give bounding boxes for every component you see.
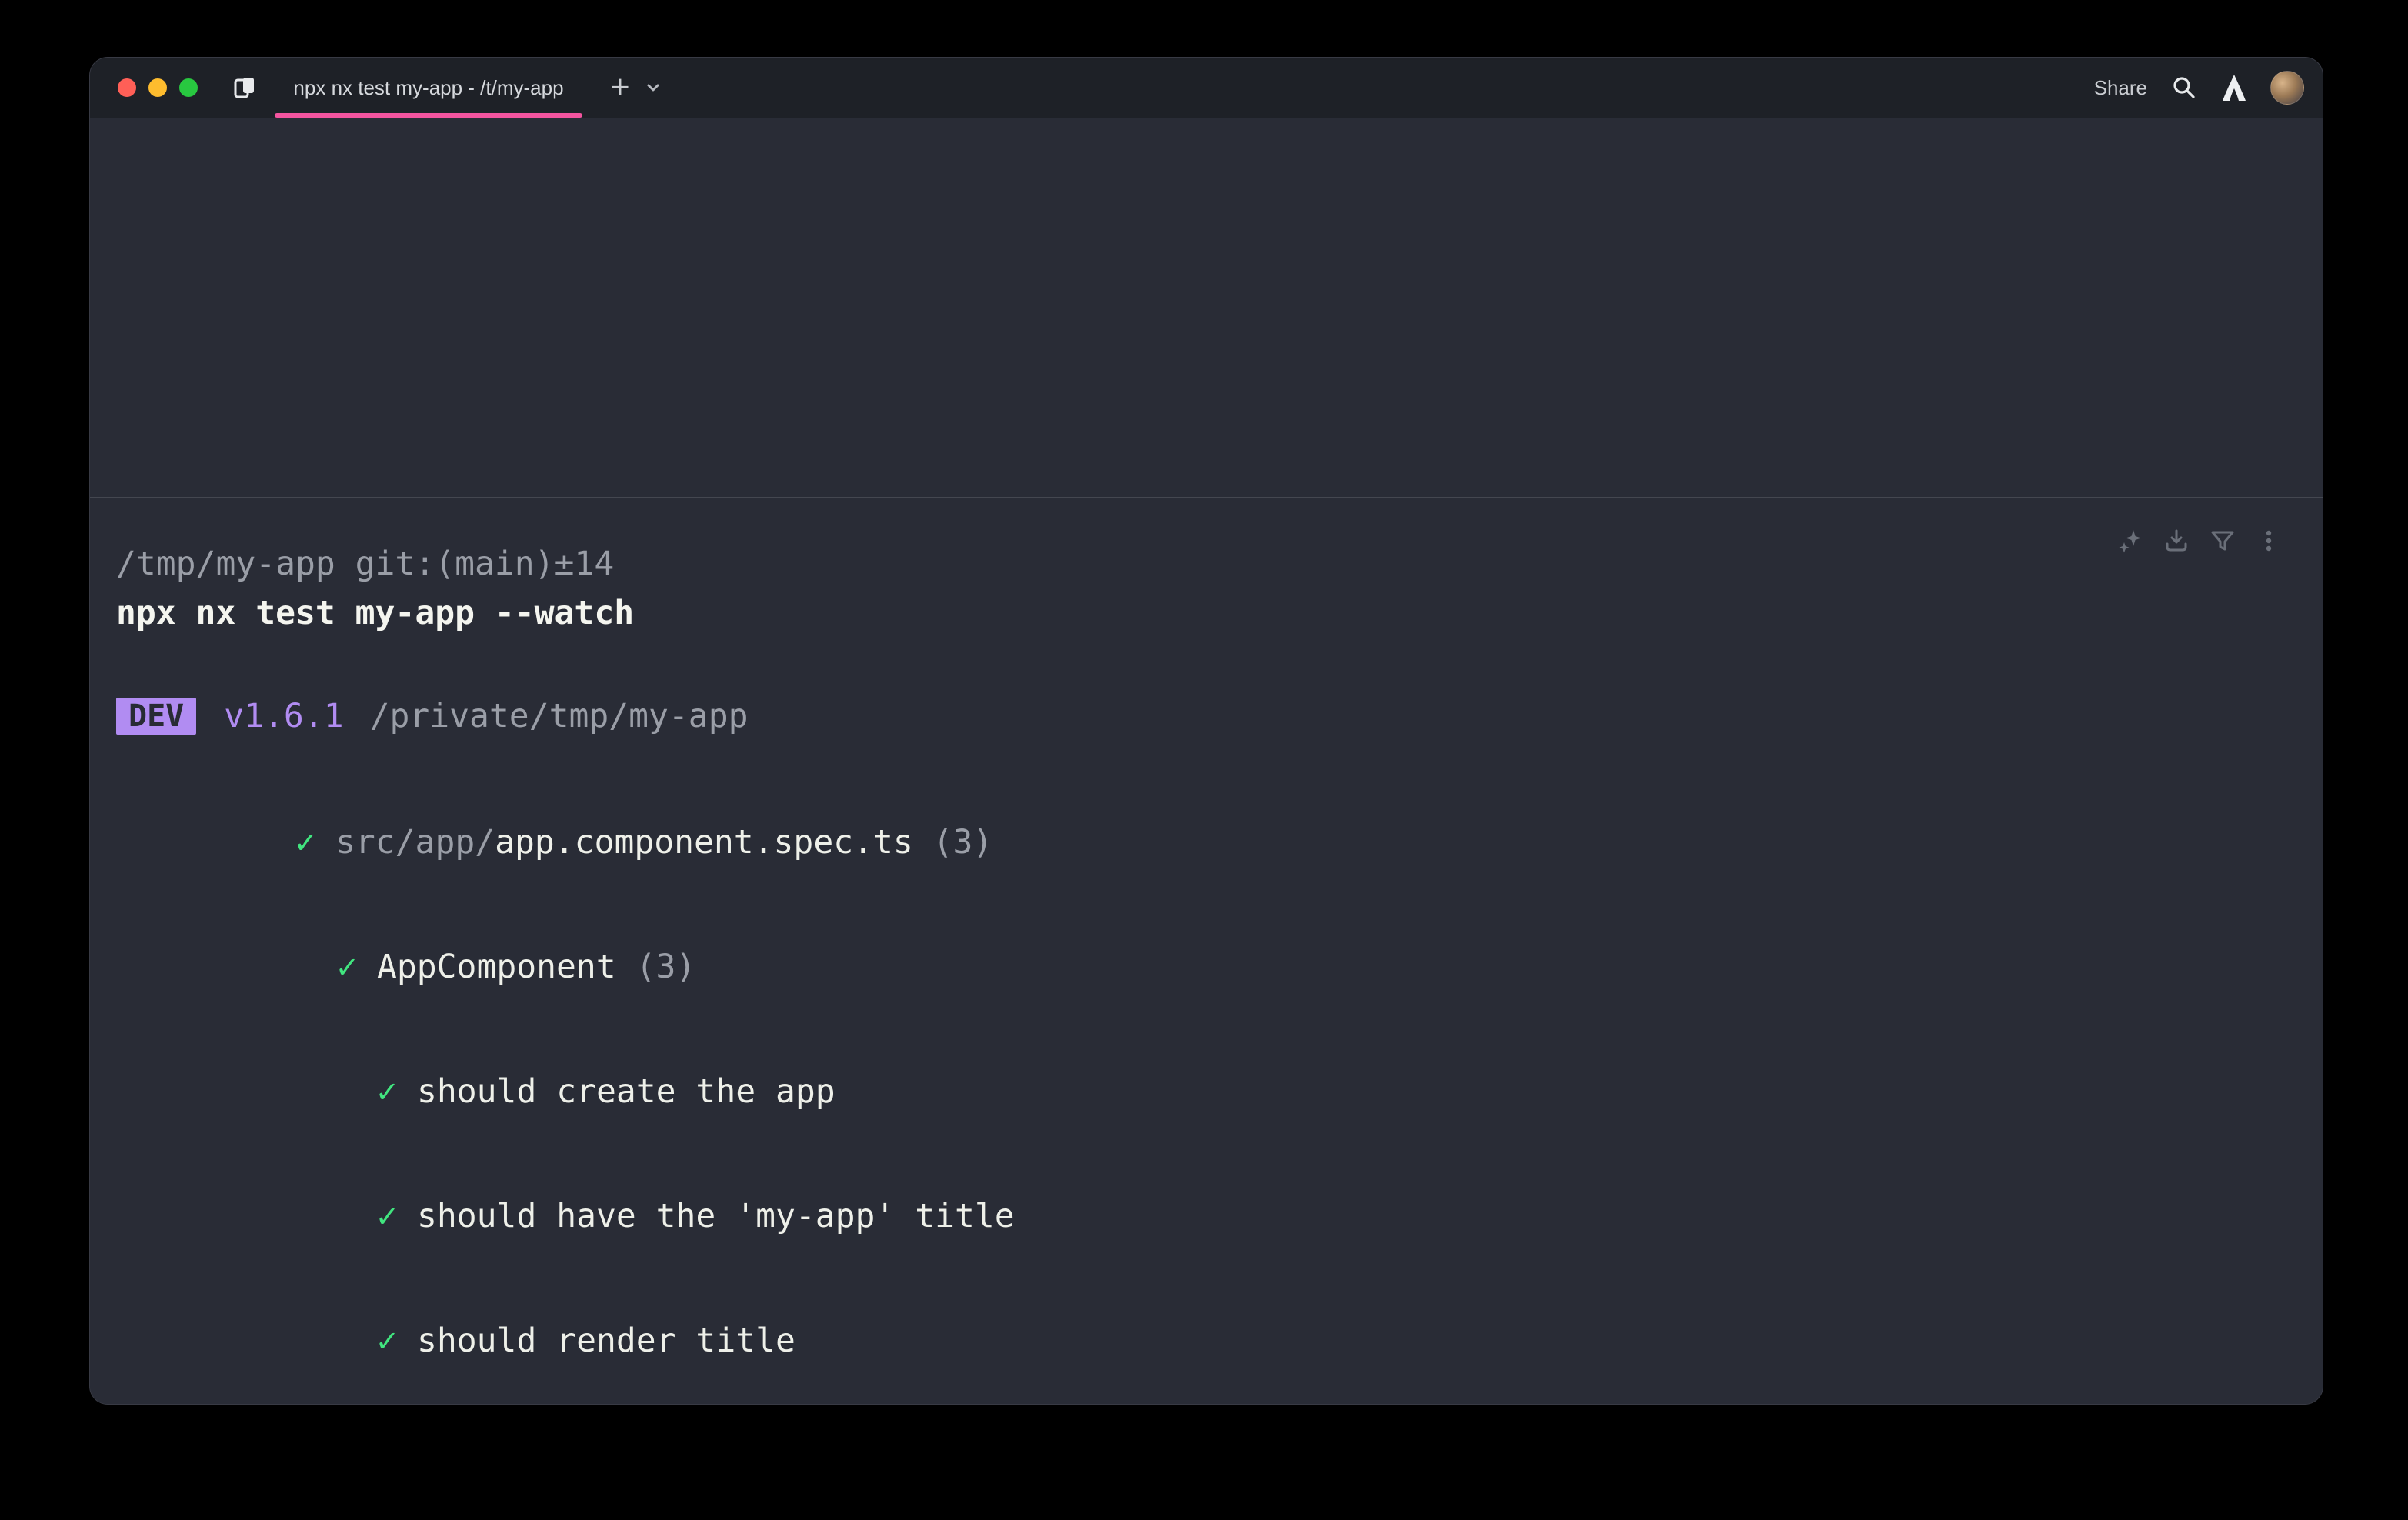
test-file-path-prefix: src/app/ xyxy=(335,823,495,862)
search-icon[interactable] xyxy=(2170,74,2198,102)
scrollback-empty-area xyxy=(90,118,2323,497)
test-suite-name: AppComponent xyxy=(377,948,616,986)
download-icon[interactable] xyxy=(2163,527,2190,555)
close-icon[interactable] xyxy=(118,78,136,97)
tab-title: npx nx test my-app - /t/my-app xyxy=(293,76,563,100)
shell-prompt: /tmp/my-app git:(main)±14 xyxy=(116,543,2292,585)
warp-logo-icon[interactable] xyxy=(2221,74,2247,102)
tabbar-right-actions: Share xyxy=(2094,71,2304,105)
sparkles-icon[interactable] xyxy=(2116,527,2144,555)
test-suite-spacer xyxy=(616,948,636,986)
test-case-name: should create the app xyxy=(417,1072,835,1111)
test-case-row: ✓ should have the 'my-app' title xyxy=(116,1154,2292,1278)
zoom-icon[interactable] xyxy=(179,78,198,97)
dev-badge: DEV xyxy=(116,698,196,735)
test-case-row: ✓ should create the app xyxy=(116,1029,2292,1154)
tab-active[interactable]: npx nx test my-app - /t/my-app xyxy=(275,58,582,118)
command-block: /tmp/my-app git:(main)±14 npx nx test my… xyxy=(90,498,2323,1405)
test-file-count xyxy=(913,823,933,862)
test-case-row: ✓ should render title xyxy=(116,1278,2292,1403)
test-file-row: ✓ src/app/app.component.spec.ts (3) xyxy=(116,780,2292,905)
check-icon: ✓ xyxy=(295,823,315,862)
avatar[interactable] xyxy=(2270,71,2304,105)
test-suite-row: ✓ AppComponent (3) xyxy=(116,905,2292,1029)
check-icon: ✓ xyxy=(377,1322,397,1360)
test-case-name: should render title xyxy=(417,1322,795,1360)
vitest-version: v1.6.1 xyxy=(224,695,343,737)
filter-icon[interactable] xyxy=(2209,527,2236,555)
check-icon: ✓ xyxy=(337,948,357,986)
block-toolbar xyxy=(2116,527,2283,555)
new-tab-button[interactable]: + xyxy=(610,71,630,105)
minimize-icon[interactable] xyxy=(148,78,167,97)
check-icon: ✓ xyxy=(377,1197,397,1235)
terminal-window: npx nx test my-app - /t/my-app + Share xyxy=(89,57,2323,1405)
tab-bar: npx nx test my-app - /t/my-app + Share xyxy=(90,58,2323,118)
vitest-dev-line: DEV v1.6.1 /private/tmp/my-app xyxy=(116,695,2292,737)
test-suite-count: (3) xyxy=(636,948,696,986)
test-case-name: should have the 'my-app' title xyxy=(417,1197,1015,1235)
command-text[interactable]: npx nx test my-app --watch xyxy=(116,592,2292,634)
window-controls xyxy=(118,78,198,97)
pages-icon[interactable] xyxy=(230,73,259,102)
terminal-content: /tmp/my-app git:(main)±14 npx nx test my… xyxy=(90,118,2323,1405)
test-file-name: app.component.spec.ts xyxy=(495,823,913,862)
chevron-down-icon[interactable] xyxy=(644,78,662,97)
share-button[interactable]: Share xyxy=(2094,76,2147,100)
check-icon: ✓ xyxy=(377,1072,397,1111)
kebab-menu-icon[interactable] xyxy=(2255,527,2283,555)
test-file-count-value: (3) xyxy=(933,823,993,862)
working-directory: /private/tmp/my-app xyxy=(370,695,749,737)
